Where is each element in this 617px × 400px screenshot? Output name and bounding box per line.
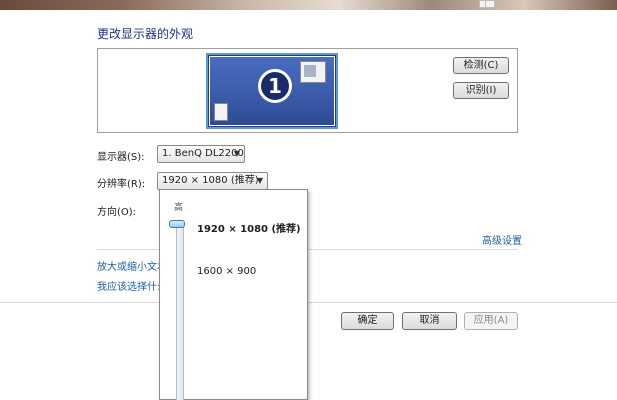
apply-button[interactable]: 应用(A) xyxy=(464,312,518,330)
resolution-dropdown[interactable]: 1920 × 1080 (推荐) ▼ xyxy=(157,172,268,190)
monitor-screen: 1 xyxy=(209,56,335,126)
detect-button[interactable]: 检测(C) xyxy=(453,57,509,74)
which-setting-link[interactable]: 我应该选择什么 xyxy=(97,278,167,293)
monitor-number-badge: 1 xyxy=(258,69,292,103)
chevron-down-icon: ▼ xyxy=(256,176,263,185)
display-label: 显示器(S): xyxy=(97,152,145,163)
display-dropdown-value: 1. BenQ DL2200 xyxy=(162,148,244,159)
ok-button[interactable]: 确定 xyxy=(341,312,394,330)
resolution-label: 分辨率(R): xyxy=(97,179,146,190)
cancel-button[interactable]: 取消 xyxy=(402,312,457,330)
resolution-slider-track[interactable] xyxy=(176,224,184,400)
resolution-option[interactable]: 1600 × 900 xyxy=(197,266,256,277)
monitor-1-tile[interactable]: 1 xyxy=(206,53,338,129)
page-title: 更改显示器的外观 xyxy=(97,27,194,41)
window-top-strip xyxy=(0,0,617,10)
window-thumbnail-icon xyxy=(300,61,326,83)
footer-divider xyxy=(0,302,617,303)
resolution-dropdown-value: 1920 × 1080 (推荐) xyxy=(162,175,259,186)
display-dropdown[interactable]: 1. BenQ DL2200 ▼ xyxy=(157,145,245,163)
identify-button[interactable]: 识别(I) xyxy=(453,82,509,99)
advanced-settings-link[interactable]: 高级设置 xyxy=(482,232,522,247)
text-size-link[interactable]: 放大或缩小文本 xyxy=(97,258,167,273)
slider-high-label: 高 xyxy=(174,203,184,213)
window-control-icon[interactable] xyxy=(485,0,495,8)
slider-thumb-icon[interactable] xyxy=(169,220,185,228)
resolution-popup: 高 1920 × 1080 (推荐) 1600 × 900 xyxy=(159,189,308,400)
orientation-label: 方向(O): xyxy=(97,207,137,218)
resolution-option[interactable]: 1920 × 1080 (推荐) xyxy=(197,220,301,235)
window-thumbnail-icon xyxy=(214,103,228,121)
chevron-down-icon: ▼ xyxy=(233,149,240,158)
